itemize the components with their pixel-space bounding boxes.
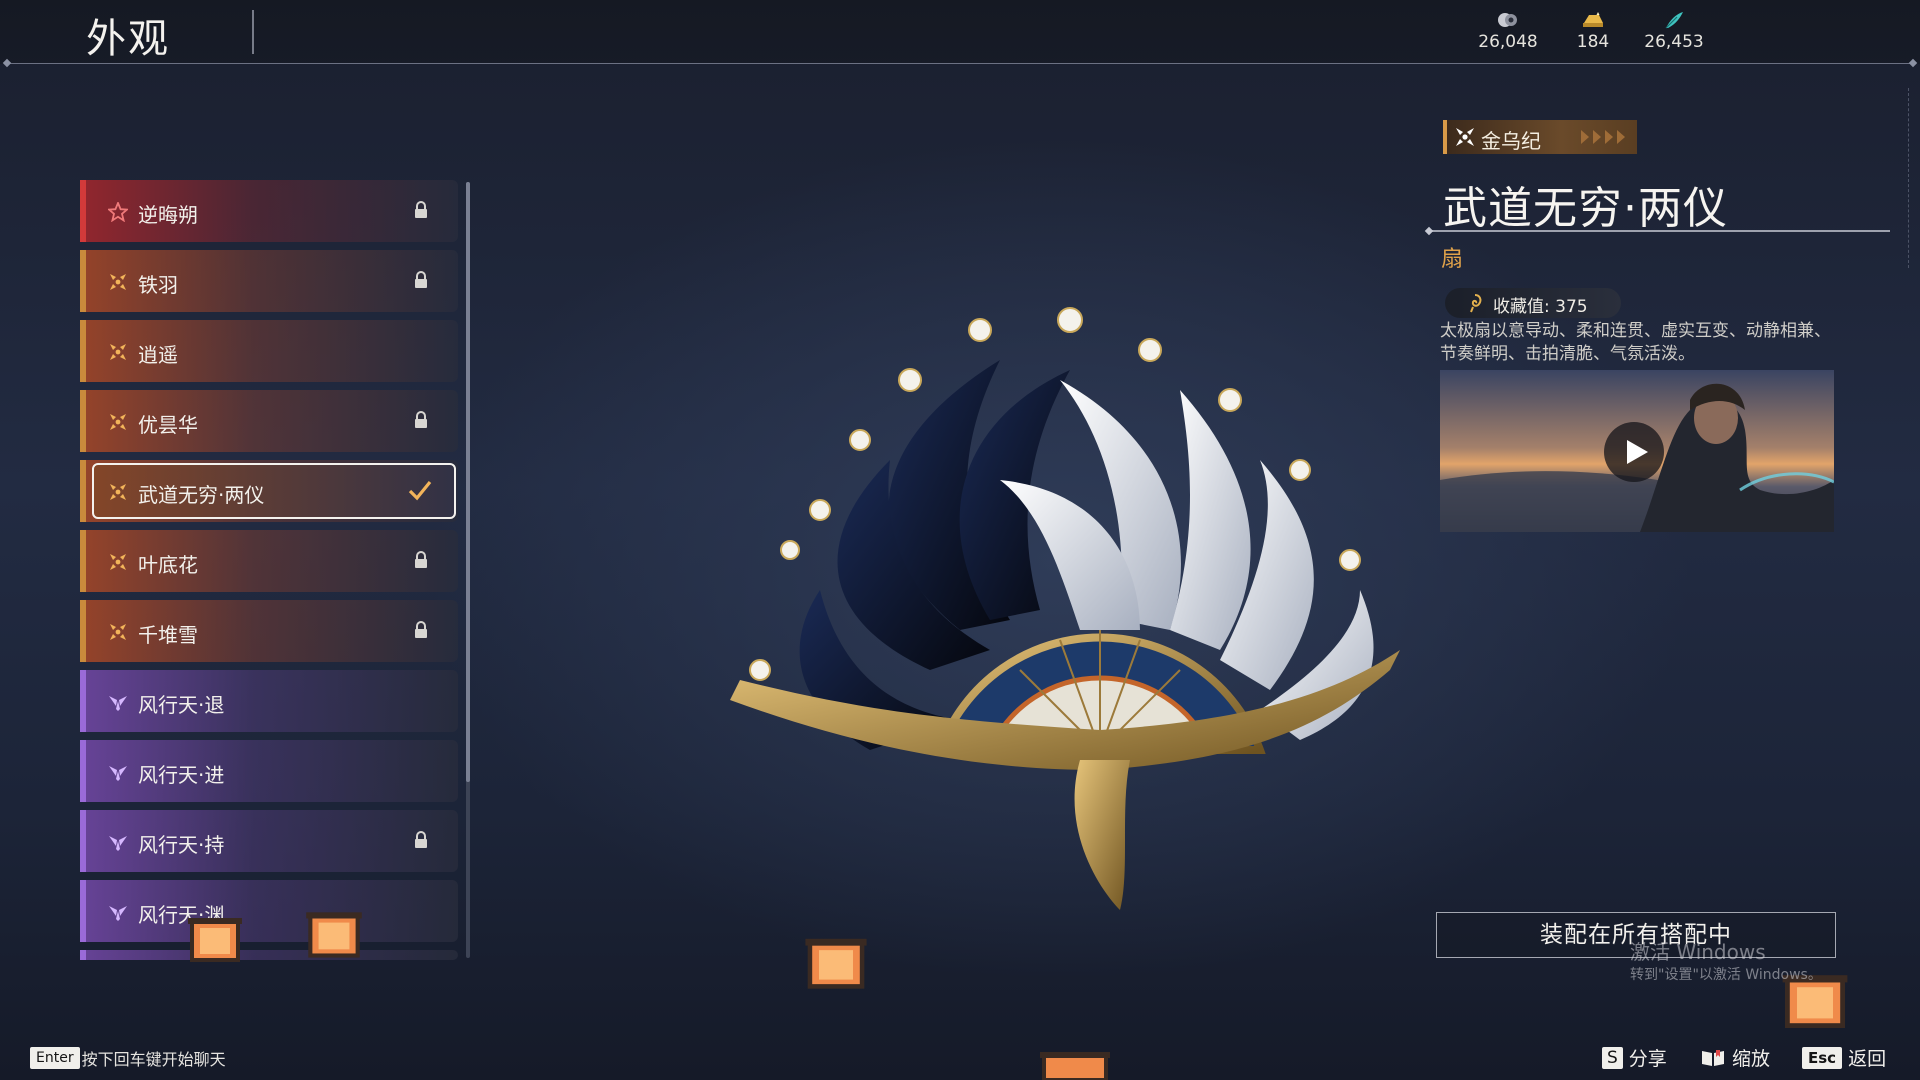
windows-activation-watermark: 激活 Windows xyxy=(1630,940,1766,964)
rarity-wings-icon xyxy=(109,836,127,851)
list-scrollbar[interactable] xyxy=(466,182,470,958)
windows-activation-hint: 转到"设置"以激活 Windows。 xyxy=(1630,967,1822,983)
s-key-badge: S xyxy=(1602,1046,1623,1069)
outfit-item-label: 风行天·退 xyxy=(138,693,225,717)
share-label: 分享 xyxy=(1628,1048,1667,1070)
currency-feather: 26,453 xyxy=(1629,10,1719,52)
gold-ingot-icon xyxy=(1583,12,1603,27)
outfit-item[interactable]: 铁羽 xyxy=(80,250,458,312)
outfit-item[interactable]: 逆晦朔 xyxy=(80,180,458,242)
zoom-label: 缩放 xyxy=(1732,1048,1771,1070)
currency-feather-value: 26,453 xyxy=(1644,32,1704,52)
book-icon xyxy=(1702,1049,1724,1066)
enter-key-badge: Enter xyxy=(30,1047,80,1069)
rarity-wings-icon xyxy=(109,906,127,921)
coin-icon xyxy=(1498,13,1517,27)
back-label: 返回 xyxy=(1848,1048,1887,1070)
chat-hint-text: 按下回车键开始聊天 xyxy=(81,1050,226,1069)
title-ornament xyxy=(1424,226,1434,236)
title-underline xyxy=(1428,230,1890,232)
lock-icon xyxy=(415,271,427,288)
outfit-item-label: 叶底花 xyxy=(138,553,198,577)
outfit-list: 逆晦朔 铁羽 逍遥 优昙华 武道无穷·两仪 叶底花 千堆雪 风行天·退 风行天·… xyxy=(80,180,460,960)
item-type: 扇 xyxy=(1441,247,1464,272)
outfit-item-label: 逍遥 xyxy=(138,343,178,367)
rarity-cross-icon xyxy=(110,344,126,360)
zoom-action[interactable]: 缩放 xyxy=(1700,1044,1770,1072)
jade-feather-icon xyxy=(1665,12,1683,29)
outfit-item-label: 逆晦朔 xyxy=(138,203,198,227)
outfit-item-label: 风行天·进 xyxy=(138,763,225,787)
lock-icon xyxy=(415,621,427,638)
set-pattern-icon xyxy=(1581,130,1625,144)
rarity-wings-icon xyxy=(109,766,127,781)
play-button[interactable] xyxy=(1604,422,1664,482)
rarity-star-icon xyxy=(108,202,128,222)
lock-icon xyxy=(415,411,427,428)
outfit-item-partial[interactable] xyxy=(80,950,458,960)
set-emblem-icon xyxy=(1456,128,1474,146)
lock-icon xyxy=(415,831,427,848)
rarity-cross-icon xyxy=(110,414,126,430)
outfit-item[interactable]: 风行天·渊 xyxy=(80,880,458,942)
side-decoration xyxy=(1908,88,1917,268)
title-divider xyxy=(252,10,254,54)
floating-lantern-icon xyxy=(188,918,242,962)
outfit-item-label: 千堆雪 xyxy=(138,623,198,647)
chat-hint[interactable]: Enter 按下回车键开始聊天 xyxy=(30,1046,226,1070)
checkmark-icon xyxy=(408,480,432,501)
collection-swirl-icon xyxy=(1470,294,1482,313)
scrollbar-thumb[interactable] xyxy=(466,182,470,782)
outfit-item[interactable]: 优昙华 xyxy=(80,390,458,452)
outfit-item[interactable]: 风行天·持 xyxy=(80,810,458,872)
outfit-item[interactable]: 风行天·退 xyxy=(80,670,458,732)
rarity-cross-icon xyxy=(110,274,126,290)
rarity-cross-icon xyxy=(110,624,126,640)
floating-lantern-icon xyxy=(306,912,362,958)
rarity-cross-icon xyxy=(110,554,126,570)
outfit-item[interactable]: 逍遥 xyxy=(80,320,458,382)
preview-video[interactable] xyxy=(1440,370,1834,532)
lock-icon xyxy=(415,551,427,568)
set-tag: 金乌纪 xyxy=(1443,120,1637,154)
collection-value-badge: 收藏值: 375 xyxy=(1445,288,1621,318)
lock-icon xyxy=(415,201,427,218)
esc-key-badge: Esc xyxy=(1802,1046,1843,1069)
outfit-item-selected[interactable]: 武道无穷·两仪 xyxy=(80,460,458,522)
outfit-item[interactable]: 风行天·进 xyxy=(80,740,458,802)
back-action[interactable]: Esc 返回 xyxy=(1802,1044,1886,1072)
set-name: 金乌纪 xyxy=(1481,129,1541,153)
rarity-cross-icon xyxy=(110,484,126,500)
collection-value: 收藏值: 375 xyxy=(1493,297,1588,317)
currency-coin-value: 26,048 xyxy=(1478,32,1538,52)
rarity-wings-icon xyxy=(109,696,127,711)
currency-ingot-value: 184 xyxy=(1576,32,1610,52)
outfit-item[interactable]: 叶底花 xyxy=(80,530,458,592)
play-icon xyxy=(1627,440,1648,464)
currency-coin: 26,048 xyxy=(1463,10,1553,52)
share-action[interactable]: S 分享 xyxy=(1602,1044,1667,1072)
floating-lantern-icon xyxy=(1040,1052,1110,1080)
outfit-item[interactable]: 千堆雪 xyxy=(80,600,458,662)
fan-weapon-preview xyxy=(730,307,1400,910)
header-divider xyxy=(6,63,1914,64)
top-bar: 外观 26,048 184 26,453 xyxy=(0,0,1920,64)
page-title: 外观 xyxy=(86,16,170,62)
item-description: 太极扇以意导动、柔和连贯、虚实互变、动静相兼、节奏鲜明、击拍清脆、气氛活泼。 xyxy=(1440,321,1831,364)
floating-lantern-icon xyxy=(805,938,867,989)
outfit-item-label: 铁羽 xyxy=(138,273,178,297)
item-title: 武道无穷·两仪 xyxy=(1443,183,1728,234)
outfit-item-label: 优昙华 xyxy=(138,413,198,437)
outfit-item-label: 风行天·持 xyxy=(138,833,225,857)
outfit-item-label: 武道无穷·两仪 xyxy=(138,483,265,507)
currency-ingot: 184 xyxy=(1548,10,1638,52)
